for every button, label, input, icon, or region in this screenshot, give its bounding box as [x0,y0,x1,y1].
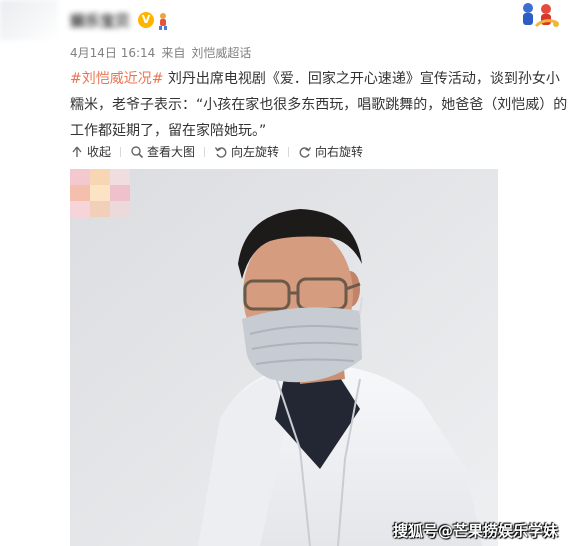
magnifier-icon [131,145,144,158]
mosaic-blur [70,169,130,217]
rotate-right-button[interactable]: 向右旋转 [298,143,363,160]
rotate-right-label: 向右旋转 [315,145,364,159]
weibo-post: 娱乐宝贝 V 4月14日 16:14 来自 刘恺威超话 #刘恺威近况# 刘丹出席… [0,0,578,546]
avatar[interactable] [0,0,58,40]
collapse-button[interactable]: 收起 [70,143,111,160]
verified-icon: V [138,12,154,28]
rotate-right-icon [299,146,312,158]
member-figure-icon [159,13,167,30]
post-meta: 4月14日 16:14 来自 刘恺威超话 [70,44,251,61]
topic-link[interactable]: #刘恺威近况# [70,71,163,87]
image-toolbar: 收起 查看大图 向左旋转 向右旋转 [70,143,363,160]
view-large-button[interactable]: 查看大图 [130,143,195,160]
watermark-text: 搜狐号@芒果捞娱乐学妹 [393,522,559,540]
username[interactable]: 娱乐宝贝 [70,10,130,31]
post-text: #刘恺威近况# 刘丹出席电视剧《爱．回家之开心速递》宣传活动，谈到孙女小糯米，老… [70,66,570,144]
view-large-label: 查看大图 [147,145,196,159]
rotate-left-label: 向左旋转 [231,145,280,159]
source-link[interactable]: 刘恺威超话 [191,44,251,61]
toolbar-divider [120,146,122,157]
toolbar-divider [288,146,290,157]
photo-illustration [70,169,498,546]
post-photo[interactable] [70,169,498,546]
source-prefix: 来自 [161,46,186,60]
decoration-figure-icon [523,3,559,28]
collapse-label: 收起 [87,145,112,159]
post-date[interactable]: 4月14日 16:14 [70,44,155,61]
rotate-left-button[interactable]: 向左旋转 [214,143,279,160]
rotate-left-icon [214,146,227,158]
arrow-up-icon [72,146,82,157]
toolbar-divider [204,146,206,157]
